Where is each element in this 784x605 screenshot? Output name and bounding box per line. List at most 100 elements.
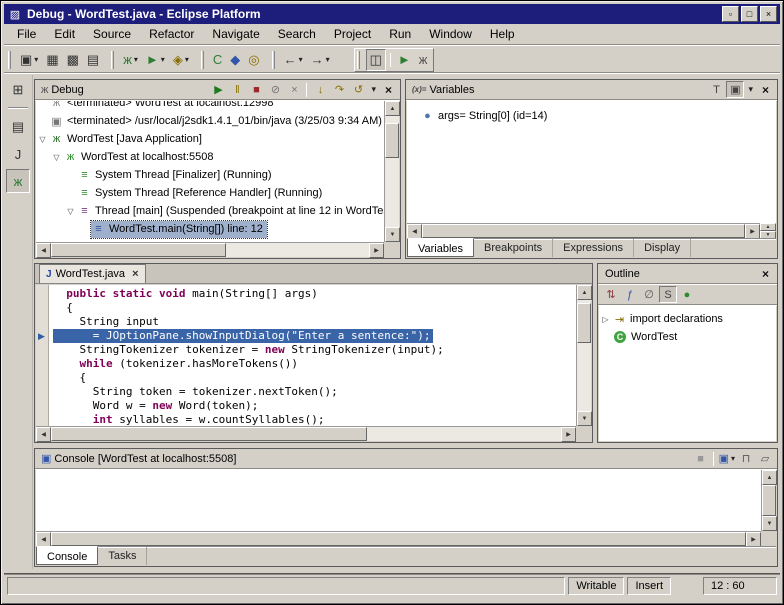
menu-refactor[interactable]: Refactor	[140, 24, 203, 44]
scroll-up-button[interactable]: ▲	[762, 470, 777, 485]
scroll-right-button[interactable]: ▶	[746, 532, 761, 547]
editor-horizontal-scrollbar[interactable]: ◀▶	[36, 426, 576, 441]
scroll-right-button[interactable]: ▶	[561, 427, 576, 442]
toolbar-drag-handle[interactable]	[111, 51, 114, 69]
expander-icon[interactable]: ▷	[599, 315, 612, 324]
toolbar-drag-handle[interactable]	[272, 51, 275, 69]
remove-terminated-button[interactable]: ×	[285, 81, 303, 98]
console-output[interactable]	[36, 470, 761, 531]
open-perspective-button[interactable]: ⊞	[6, 78, 30, 102]
console-horizontal-scrollbar[interactable]: ◀▶	[36, 531, 761, 546]
menu-help[interactable]: Help	[481, 24, 524, 44]
debug-view-menu-button[interactable]: ▾	[367, 84, 380, 95]
print-button[interactable]: ▤	[84, 49, 102, 71]
dropdown-arrow-icon[interactable]: ▾	[731, 454, 735, 463]
scroll-track[interactable]	[385, 116, 399, 227]
code-content[interactable]: public static void main(String[] args) {…	[50, 285, 576, 426]
tab-expressions[interactable]: Expressions	[553, 239, 634, 257]
scroll-track[interactable]	[422, 224, 745, 238]
dropdown-arrow-icon[interactable]: ▾	[34, 55, 38, 64]
resource-perspective-button[interactable]: ▤	[6, 115, 30, 139]
tab-breakpoints[interactable]: Breakpoints	[474, 239, 553, 257]
editor-tab-close-button[interactable]: ×	[132, 268, 138, 280]
menu-file[interactable]: File	[8, 24, 45, 44]
variable-item[interactable]: ●args= String[0] (id=14)	[407, 107, 776, 125]
terminate-button[interactable]: ■	[692, 450, 710, 467]
forward-button[interactable]: →▾	[308, 49, 333, 71]
scroll-left-button[interactable]: ◀	[36, 427, 51, 442]
scroll-down-button[interactable]: ▼	[577, 411, 592, 426]
resume-button[interactable]: ▶	[209, 81, 227, 98]
debug-button[interactable]: ж▾	[120, 49, 141, 71]
new-wizard-button[interactable]: ▣▾	[17, 49, 41, 71]
hide-nonpublic-button[interactable]: S	[659, 286, 677, 303]
scroll-thumb[interactable]	[51, 243, 226, 257]
scroll-right-button[interactable]: ▶	[745, 224, 760, 239]
outline-item[interactable]: ▷⇥import declarations	[599, 310, 776, 328]
java-snippet-button[interactable]: ◆	[227, 49, 243, 71]
scroll-track[interactable]	[51, 243, 369, 257]
editor-tab-wordtest[interactable]: J WordTest.java ×	[39, 264, 146, 283]
menu-window[interactable]: Window	[420, 24, 481, 44]
debug-tree-item[interactable]: ≡System Thread [Finalizer] (Running)	[36, 166, 384, 184]
scroll-track[interactable]	[577, 300, 591, 411]
scroll-up-button[interactable]: ▲	[577, 285, 592, 300]
menu-navigate[interactable]: Navigate	[203, 24, 268, 44]
suspend-button[interactable]: ‖	[228, 81, 246, 98]
toolbar-drag-handle[interactable]	[8, 51, 11, 69]
filter-button[interactable]: ●	[678, 286, 696, 303]
dropdown-arrow-icon[interactable]: ▾	[134, 55, 138, 64]
toolbar-drag-handle[interactable]	[201, 51, 204, 69]
code-editor[interactable]: ▶ public static void main(String[] args)…	[36, 285, 576, 426]
debug-vertical-scrollbar[interactable]: ▲▼	[384, 101, 399, 242]
save-button[interactable]: ▦	[43, 49, 61, 71]
pin-console-button[interactable]: ▣▾	[718, 450, 736, 467]
dropdown-arrow-icon[interactable]: ▾	[326, 55, 330, 64]
console-view-titlebar[interactable]: ▣ Console [WordTest at localhost:5508] ■…	[35, 449, 777, 469]
scroll-track[interactable]	[762, 485, 776, 516]
debug-tree-item[interactable]: ▽≡Thread [main] (Suspended (breakpoint a…	[36, 202, 384, 220]
debug-last-button[interactable]: ж	[416, 49, 431, 71]
scroll-up-button[interactable]: ▲	[385, 101, 400, 116]
scroll-lock-button[interactable]: ⊓	[737, 450, 755, 467]
step-return-button[interactable]: ↺	[349, 81, 367, 98]
show-detail-pane-button[interactable]: ▣	[726, 81, 744, 98]
scroll-thumb[interactable]	[51, 532, 746, 546]
debug-tree-item[interactable]: ▽жWordTest [Java Application]	[36, 130, 384, 148]
expander-icon[interactable]: ▽	[50, 153, 63, 162]
java-perspective-button[interactable]: J	[6, 142, 30, 166]
run-button[interactable]: ►▾	[143, 49, 168, 71]
dropdown-arrow-icon[interactable]: ▾	[185, 55, 189, 64]
clear-console-button[interactable]: ▱	[756, 450, 774, 467]
scroll-track[interactable]	[51, 427, 561, 441]
variables-view-menu-button[interactable]: ▾	[744, 84, 757, 95]
disconnect-button[interactable]: ⊘	[266, 81, 284, 98]
back-button[interactable]: ←▾	[281, 49, 306, 71]
window-menu-icon[interactable]: ▨	[7, 8, 23, 21]
debug-view-titlebar[interactable]: ж Debug ▶‖■⊘×↓↷↺ ▾ ×	[35, 80, 400, 100]
detail-pane-sash[interactable]: ▲ ▼	[760, 223, 776, 238]
menu-run[interactable]: Run	[380, 24, 420, 44]
hide-fields-button[interactable]: ƒ	[621, 286, 639, 303]
new-class-button[interactable]: C	[210, 49, 225, 71]
outline-view-titlebar[interactable]: Outline ×	[598, 264, 777, 284]
expander-icon[interactable]: ▽	[36, 135, 49, 144]
search-button[interactable]: ◎	[245, 49, 262, 71]
scroll-left-button[interactable]: ◀	[407, 224, 422, 239]
sash-up-button[interactable]: ▲	[760, 223, 776, 231]
tab-display[interactable]: Display	[634, 239, 691, 257]
external-tools-button[interactable]: ◈▾	[170, 49, 192, 71]
debug-tree-item[interactable]: ▽жWordTest at localhost:5508	[36, 148, 384, 166]
scroll-down-button[interactable]: ▼	[762, 516, 777, 531]
scroll-thumb[interactable]	[385, 123, 399, 159]
scroll-down-button[interactable]: ▼	[385, 227, 400, 242]
variables-view-titlebar[interactable]: (x)= Variables T▣ ▾ ×	[406, 80, 777, 100]
scroll-track[interactable]	[51, 532, 746, 546]
scroll-thumb[interactable]	[51, 427, 367, 441]
titlebar[interactable]: ▨ Debug - WordTest.java - Eclipse Platfo…	[4, 4, 780, 24]
step-over-button[interactable]: ↷	[330, 81, 348, 98]
close-button[interactable]: ×	[760, 6, 777, 22]
debug-perspective-button[interactable]: ж	[6, 169, 30, 193]
menu-search[interactable]: Search	[269, 24, 325, 44]
show-type-names-button[interactable]: T	[707, 81, 725, 98]
